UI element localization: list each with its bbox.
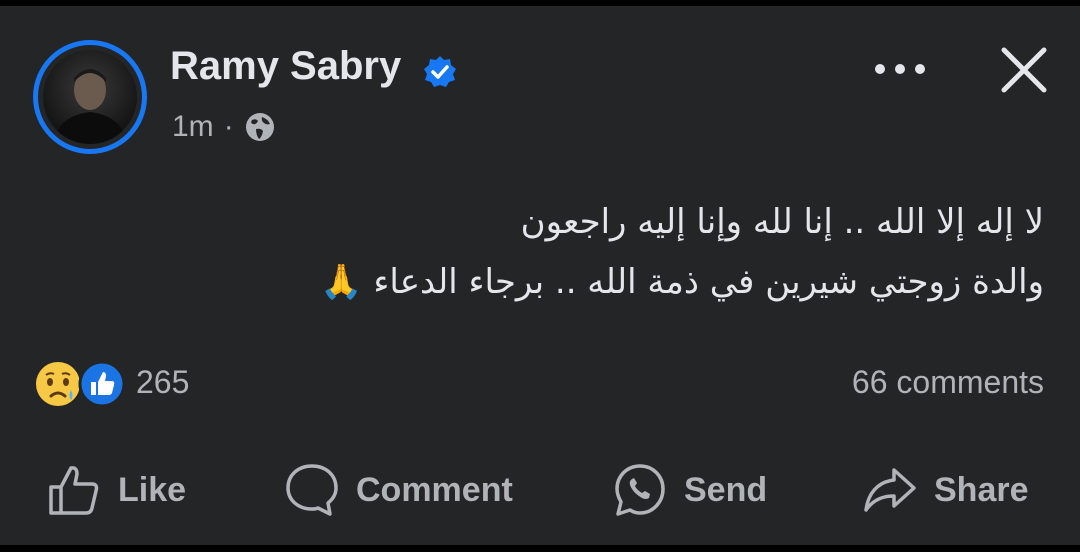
close-button[interactable] (996, 42, 1052, 98)
comment-label: Comment (356, 470, 513, 509)
like-label: Like (118, 470, 187, 509)
comment-icon (286, 464, 338, 516)
author-name[interactable]: Ramy Sabry (170, 44, 401, 89)
post-line: والدة زوجتي شيرين في ذمة الله .. برجاء ا… (320, 262, 1044, 302)
meta-separator: · (223, 110, 234, 143)
send-label: Send (684, 470, 768, 509)
send-icon (615, 464, 665, 516)
action-bar: Like Comment Send Share (0, 458, 1080, 522)
more-options-button[interactable] (870, 52, 930, 86)
reaction-count: 265 (136, 364, 190, 400)
profile-photo (43, 50, 137, 144)
share-button[interactable]: Share (862, 458, 1029, 522)
share-icon (864, 468, 916, 512)
person-silhouette-icon (53, 69, 127, 144)
sad-reaction-icon (36, 362, 80, 406)
comment-button[interactable]: Comment (284, 458, 513, 522)
post-line: لا إله إلا الله .. إنا لله وإنا إليه راج… (520, 202, 1044, 242)
share-label: Share (934, 470, 1029, 509)
post-meta: 1m · (172, 110, 276, 144)
globe-icon (245, 113, 274, 141)
avatar[interactable] (33, 40, 147, 154)
comments-count[interactable]: 66 comments (852, 364, 1044, 401)
verified-badge-icon (424, 56, 456, 87)
like-icon (49, 466, 99, 515)
post-time[interactable]: 1m (172, 110, 214, 144)
like-button[interactable]: Like (46, 458, 186, 522)
like-reaction-icon (78, 360, 126, 408)
send-button[interactable]: Send (612, 458, 767, 522)
post-text: لا إله إلا الله .. إنا لله وإنا إليه راج… (144, 192, 1044, 312)
post-card: Ramy Sabry 1m · لا إله إلا الله .. إنا ل… (0, 6, 1080, 545)
